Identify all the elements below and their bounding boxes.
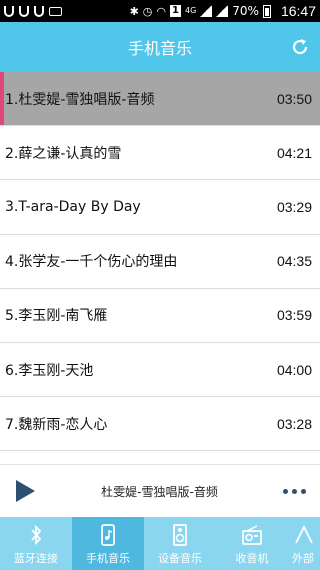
signal-icon <box>200 5 213 17</box>
notification-icon <box>34 5 44 17</box>
signal-icon <box>216 5 229 17</box>
song-duration: 03:29 <box>276 198 312 215</box>
battery-icon <box>262 4 271 18</box>
radio-icon <box>242 525 262 545</box>
nav-label: 蓝牙连接 <box>14 552 58 565</box>
alarm-icon: ◷ <box>142 4 153 18</box>
song-title: 1.杜雯媞-雪独唱版-音频 <box>5 91 155 108</box>
sim-badge: 1 <box>170 5 181 17</box>
external-icon <box>295 524 313 544</box>
song-list[interactable]: 1.杜雯媞-雪独唱版-音频 03:50 2.薛之谦-认真的雪 04:21 3.T-ara… <box>0 72 320 464</box>
nav-label: 设备音乐 <box>158 552 202 565</box>
bluetooth-icon <box>31 524 42 546</box>
nav-label: 收音机 <box>235 552 269 565</box>
song-row[interactable]: 1.杜雯媞-雪独唱版-音频 03:50 <box>0 72 320 127</box>
song-duration: 04:35 <box>276 253 312 270</box>
nav-label: 手机音乐 <box>86 552 130 565</box>
more-icon[interactable] <box>283 488 306 494</box>
play-icon[interactable] <box>14 479 36 503</box>
player-bar: 杜雯媞-雪独唱版-音频 <box>0 464 320 517</box>
song-title: 3.T-ara-Day By Day <box>5 198 141 215</box>
nav-item[interactable]: 手机音乐 <box>72 517 144 570</box>
nav-label: 外部 <box>292 552 314 565</box>
song-duration: 04:00 <box>276 361 312 378</box>
song-title: 7.魏新雨-恋人心 <box>5 416 108 433</box>
page-title: 手机音乐 <box>127 39 192 58</box>
song-title: 6.李玉刚-天池 <box>5 362 94 379</box>
mail-icon <box>49 6 62 16</box>
network-type: 4G <box>184 6 197 15</box>
nav-item[interactable]: 收音机 <box>216 517 288 570</box>
bluetooth-status-icon: ✱ <box>129 4 139 18</box>
song-row[interactable]: 6.李玉刚-天池 04:00 <box>0 343 320 398</box>
wifi-icon: ◠ <box>156 4 167 18</box>
song-row[interactable]: 2.薛之谦-认真的雪 04:21 <box>0 126 320 181</box>
clock: 16:47 <box>280 3 316 19</box>
notification-icon <box>19 5 29 17</box>
battery-percent: 70% <box>232 4 259 18</box>
song-row[interactable]: 7.魏新雨-恋人心 03:28 <box>0 397 320 452</box>
song-row[interactable]: 5.李玉刚-南飞雁 03:59 <box>0 289 320 343</box>
song-title: 2.薛之谦-认真的雪 <box>5 145 122 162</box>
now-playing-title: 杜雯媞-雪独唱版-音频 <box>101 484 218 499</box>
bottom-nav: 蓝牙连接 手机音乐 设备音乐 收音机 外部 <box>0 517 320 570</box>
nav-item[interactable]: 外部 <box>288 517 320 570</box>
song-title: 4.张学友-一千个伤心的理由 <box>5 254 178 271</box>
song-row[interactable]: 3.T-ara-Day By Day 03:29 <box>0 180 320 235</box>
nav-item[interactable]: 蓝牙连接 <box>0 517 72 570</box>
speaker-icon <box>173 524 187 546</box>
song-duration: 03:50 <box>276 90 312 107</box>
status-bar: ✱ ◷ ◠ 1 4G 70% 16:47 <box>0 0 320 22</box>
notification-icon <box>4 5 14 17</box>
app-header: 手机音乐 <box>0 22 320 72</box>
song-duration: 03:28 <box>276 415 312 432</box>
phone-music-icon <box>101 524 115 546</box>
song-row[interactable]: 4.张学友-一千个伤心的理由 04:35 <box>0 235 320 289</box>
nav-item[interactable]: 设备音乐 <box>144 517 216 570</box>
song-duration: 03:59 <box>276 307 312 324</box>
song-duration: 04:21 <box>276 144 312 161</box>
song-title: 5.李玉刚-南飞雁 <box>5 308 108 325</box>
refresh-icon[interactable] <box>290 37 310 57</box>
